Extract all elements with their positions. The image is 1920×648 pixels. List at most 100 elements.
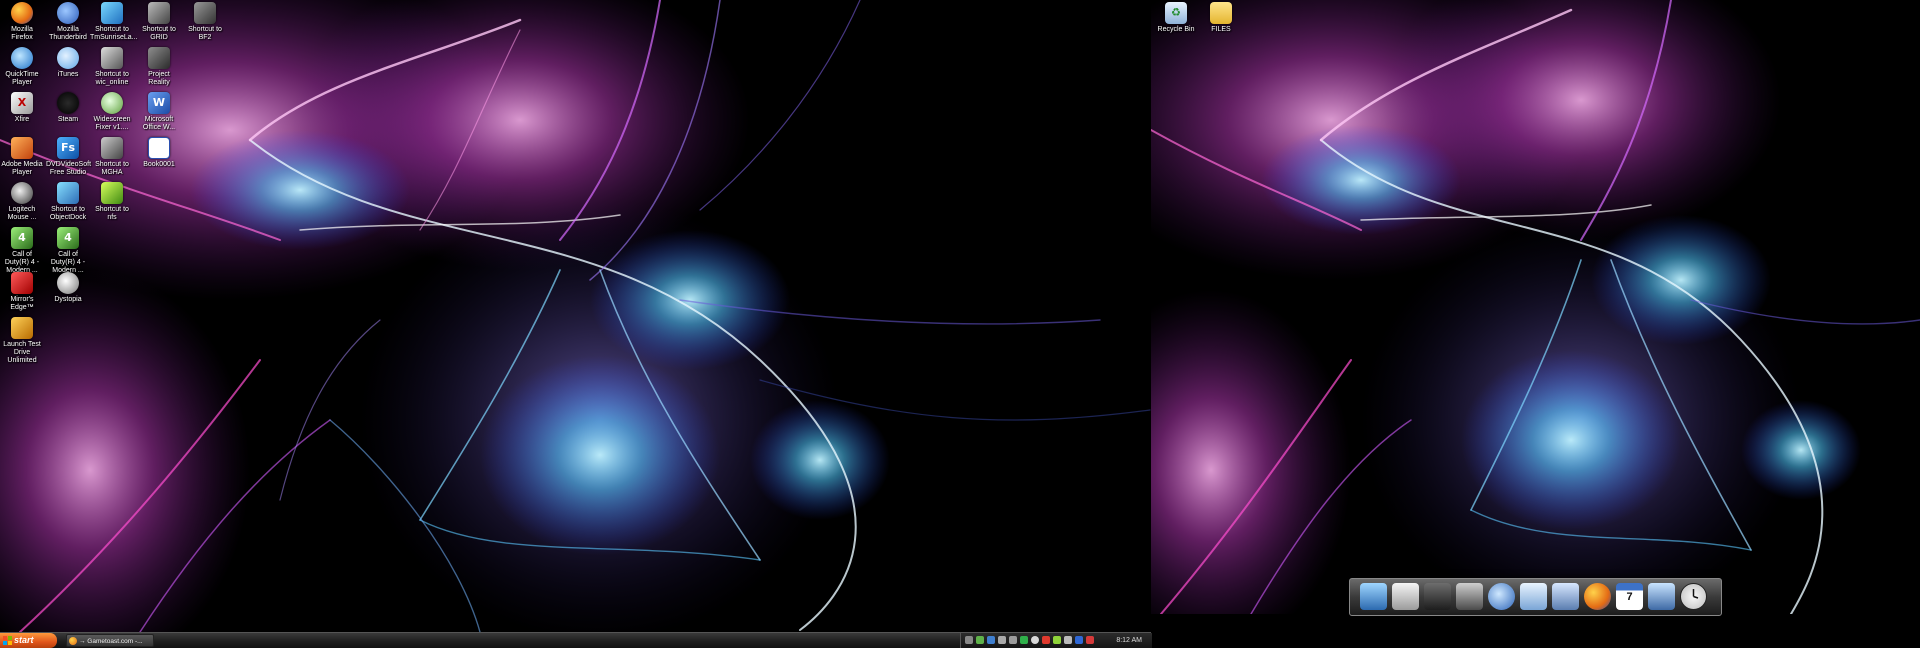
tray-network-icon[interactable] bbox=[976, 636, 984, 644]
tray-flash-icon[interactable] bbox=[1042, 636, 1050, 644]
tray-globe-icon[interactable] bbox=[1031, 636, 1039, 644]
desktop-icon-label: Steam bbox=[57, 116, 79, 123]
nfs-icon bbox=[101, 182, 123, 204]
desktop-icon-itunes[interactable]: iTunes bbox=[46, 47, 90, 79]
dock-calendar-icon[interactable]: 7 bbox=[1616, 583, 1643, 610]
desktop-icon-shortcut-nfs[interactable]: Shortcut to nfs bbox=[90, 182, 134, 222]
bf2-icon bbox=[194, 2, 216, 24]
taskbar-clock[interactable]: 8:12 AM bbox=[1116, 633, 1142, 648]
logitech-icon bbox=[11, 182, 33, 204]
desktop-icon-dystopia[interactable]: Dystopia bbox=[46, 272, 90, 304]
dock-globe-icon[interactable] bbox=[1488, 583, 1515, 610]
word-icon: W bbox=[148, 92, 170, 114]
desktop-icon-label: Dystopia bbox=[54, 296, 82, 303]
taskbar-window-button[interactable]: → Gametoast.com -... bbox=[66, 634, 154, 647]
desktop-icon-label: Adobe Media Player bbox=[1, 161, 43, 176]
desktop-icon-logitech-mouse[interactable]: Logitech Mouse ... bbox=[0, 182, 44, 222]
desktop-icon-mozilla-firefox[interactable]: Mozilla Firefox bbox=[0, 2, 44, 42]
desktop-icon-label: Xfire bbox=[14, 116, 30, 123]
tray-arrow-icon[interactable] bbox=[965, 636, 973, 644]
taskbar: start → Gametoast.com -... 8:12 AM bbox=[0, 632, 1152, 648]
tray-blue-icon[interactable] bbox=[1075, 636, 1083, 644]
grid-icon bbox=[148, 2, 170, 24]
firefox-icon bbox=[69, 637, 77, 645]
desktop-icon-project-reality[interactable]: Project Reality bbox=[137, 47, 181, 87]
xfire-icon: X bbox=[11, 92, 33, 114]
tray-green-icon[interactable] bbox=[1020, 636, 1028, 644]
desktop-icon-label: DVDVideoSoft Free Studio bbox=[46, 161, 92, 176]
desktop-icon-recycle-bin[interactable]: ♻ Recycle Bin bbox=[1154, 2, 1198, 34]
right-monitor: ♻ Recycle Bin FILES bbox=[1151, 0, 1920, 614]
desktop-icon-label: Shortcut to nfs bbox=[95, 206, 129, 221]
dvdvideosoft-icon: Fs bbox=[57, 137, 79, 159]
desktop-icon-quicktime[interactable]: QuickTime Player bbox=[0, 47, 44, 87]
cod4-icon: 4 bbox=[11, 227, 33, 249]
desktop-icon-adobe-media-player[interactable]: Adobe Media Player bbox=[0, 137, 44, 177]
desktop-icon-mozilla-thunderbird[interactable]: Mozilla Thunderbird bbox=[46, 2, 90, 42]
dock-firefox-icon[interactable] bbox=[1584, 583, 1611, 610]
desktop-icon-shortcut-bf2[interactable]: Shortcut to BF2 bbox=[183, 2, 227, 42]
objectdock-icon bbox=[57, 182, 79, 204]
desktop-icon-label: Shortcut to GRID bbox=[142, 26, 176, 41]
desktop-icon-shortcut-grid[interactable]: Shortcut to GRID bbox=[137, 2, 181, 42]
steam-icon bbox=[57, 92, 79, 114]
calendar-date: 7 bbox=[1626, 591, 1633, 603]
desktop-icon-steam[interactable]: Steam bbox=[46, 92, 90, 124]
desktop-icon-shortcut-tmsunrise[interactable]: Shortcut to TmSunriseLa... bbox=[90, 2, 137, 42]
left-monitor: Mozilla Firefox Mozilla Thunderbird Shor… bbox=[0, 0, 1151, 632]
dock-document-icon[interactable] bbox=[1392, 583, 1419, 610]
tray-antivirus-icon[interactable] bbox=[1086, 636, 1094, 644]
dystopia-icon bbox=[57, 272, 79, 294]
desktop-icon-shortcut-objectdock[interactable]: Shortcut to ObjectDock bbox=[46, 182, 90, 222]
desktop-icon-book0001[interactable]: Book0001 bbox=[137, 137, 181, 169]
desktop-icon-widescreen-fixer[interactable]: Widescreen Fixer v1.... bbox=[90, 92, 134, 132]
desktop-icon-label: Shortcut to MGHA bbox=[95, 161, 129, 176]
firefox-icon bbox=[11, 2, 33, 24]
tray-logitech-icon[interactable] bbox=[1009, 636, 1017, 644]
desktop-icon-shortcut-mgha[interactable]: Shortcut to MGHA bbox=[90, 137, 134, 177]
dock-monitor-icon[interactable] bbox=[1360, 583, 1387, 610]
clock-hands bbox=[1692, 589, 1699, 599]
desktop-icon-call-of-duty-4-multiplayer[interactable]: 4 Call of Duty(R) 4 - Modern ... bbox=[46, 227, 90, 275]
desktop-icon-label: iTunes bbox=[57, 71, 79, 78]
tray-lime-icon[interactable] bbox=[1053, 636, 1061, 644]
desktop-icon-shortcut-wic-online[interactable]: Shortcut to wic_online bbox=[90, 47, 134, 87]
desktop-icon-call-of-duty-4[interactable]: 4 Call of Duty(R) 4 - Modern ... bbox=[0, 227, 44, 275]
desktop-icon-label: Recycle Bin bbox=[1157, 26, 1195, 33]
adobe-media-player-icon bbox=[11, 137, 33, 159]
mgha-icon bbox=[101, 137, 123, 159]
desktop-icon-dvdvideosoft[interactable]: Fs DVDVideoSoft Free Studio bbox=[46, 137, 92, 177]
desktop-icon-label: Mirror's Edge™ bbox=[10, 296, 34, 311]
tray-volume-icon[interactable] bbox=[1064, 636, 1072, 644]
objectdock-bar: 7 bbox=[1349, 578, 1722, 616]
desktop-icon-mirrors-edge[interactable]: Mirror's Edge™ bbox=[0, 272, 44, 312]
desktop-icon-label: FILES bbox=[1211, 26, 1231, 33]
desktop-icon-label: QuickTime Player bbox=[5, 71, 39, 86]
cod4-mp-icon: 4 bbox=[57, 227, 79, 249]
desktop-icon-test-drive-unlimited[interactable]: Launch Test Drive Unlimited bbox=[0, 317, 44, 365]
itunes-icon bbox=[57, 47, 79, 69]
quicktime-icon bbox=[11, 47, 33, 69]
desktop-icon-files-folder[interactable]: FILES bbox=[1199, 2, 1243, 34]
dock-camera-icon[interactable] bbox=[1424, 583, 1451, 610]
project-reality-icon bbox=[148, 47, 170, 69]
tmsunrise-icon bbox=[101, 2, 123, 24]
desktop-icon-label: Project Reality bbox=[148, 71, 170, 86]
dock-network-icon[interactable] bbox=[1648, 583, 1675, 610]
dock-pen-icon[interactable] bbox=[1552, 583, 1579, 610]
taskbar-window-title: → Gametoast.com -... bbox=[79, 638, 143, 645]
start-label: start bbox=[14, 635, 34, 645]
dock-flashlight-icon[interactable] bbox=[1456, 583, 1483, 610]
dock-clock-icon[interactable] bbox=[1680, 583, 1707, 610]
start-button[interactable]: start bbox=[0, 633, 57, 648]
dock-mail-icon[interactable] bbox=[1520, 583, 1547, 610]
desktop-icon-label: Logitech Mouse ... bbox=[7, 206, 37, 221]
tray-steam-icon[interactable] bbox=[998, 636, 1006, 644]
system-tray: 8:12 AM bbox=[960, 633, 1152, 648]
tdu-icon bbox=[11, 317, 33, 339]
desktop-icon-xfire[interactable]: X Xfire bbox=[0, 92, 44, 124]
tray-shield-icon[interactable] bbox=[987, 636, 995, 644]
widescreen-fixer-icon bbox=[101, 92, 123, 114]
desktop-icon-microsoft-office-word[interactable]: W Microsoft Office W... bbox=[137, 92, 181, 132]
desktop-icon-label: Shortcut to BF2 bbox=[188, 26, 222, 41]
